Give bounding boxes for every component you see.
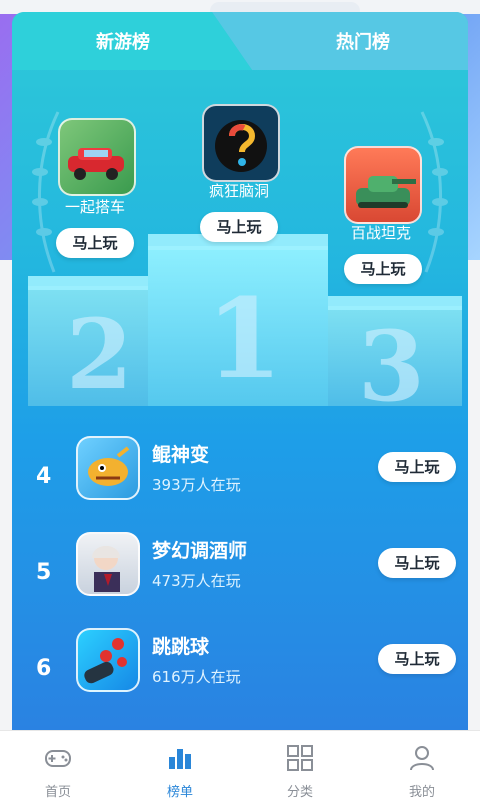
- nav-label-home: 首页: [44, 785, 71, 800]
- tab-hot-label: 热门榜: [336, 32, 390, 53]
- nav-item-home[interactable]: 首页: [10, 737, 106, 800]
- nav-item-category[interactable]: 分类: [252, 737, 348, 800]
- fish-monster-icon[interactable]: [76, 436, 140, 500]
- podium-top-3: [322, 296, 462, 310]
- user-icon: [410, 746, 434, 771]
- player-count: 616万人在玩: [152, 668, 241, 686]
- podium-number-1: 1: [206, 274, 283, 403]
- game-name: 梦幻调酒师: [152, 540, 248, 562]
- play-button-2[interactable]: 马上玩: [56, 228, 134, 258]
- list-item[interactable]: 4 鲲神变 393万人在玩 马上玩: [12, 436, 468, 522]
- bottom-nav: 首页 榜单 分类 我的: [0, 730, 480, 801]
- podium-name-1: 疯狂脑洞: [208, 182, 269, 200]
- nav-label-mine: 我的: [408, 785, 435, 800]
- gamepad-icon: [45, 750, 71, 767]
- list-item[interactable]: 5 梦幻调酒师 473万人在玩 马上玩: [12, 532, 468, 618]
- podium: 2 3 1 一起搭车 马上玩 疯狂脑洞 马上玩 百战坦克 马上玩: [12, 70, 468, 423]
- rank-number: 4: [36, 464, 52, 489]
- play-button-1[interactable]: 马上玩: [200, 212, 278, 242]
- list-item[interactable]: 6 跳跳球 616万人在玩 马上玩: [12, 628, 468, 714]
- player-count: 473万人在玩: [152, 572, 241, 590]
- game-name: 鲲神变: [152, 444, 210, 466]
- play-button[interactable]: 马上玩: [378, 644, 456, 674]
- grid-icon: [287, 745, 313, 771]
- podium-number-3: 3: [358, 310, 425, 423]
- play-button[interactable]: 马上玩: [378, 548, 456, 578]
- nav-label-ranking: 榜单: [166, 785, 193, 800]
- nav-item-mine[interactable]: 我的: [374, 737, 470, 800]
- brain-question-icon[interactable]: [202, 104, 280, 182]
- podium-top-2: [28, 276, 168, 290]
- car-game-icon[interactable]: [58, 118, 136, 196]
- tank-game-icon[interactable]: [344, 146, 422, 224]
- tab-bar: 热门榜 新游榜: [12, 12, 468, 70]
- tab-new-games-label: 新游榜: [96, 32, 150, 53]
- podium-name-2: 一起搭车: [64, 198, 125, 216]
- podium-name-3: 百战坦克: [350, 224, 411, 242]
- podium-number-2: 2: [66, 298, 133, 411]
- tab-new-games[interactable]: 新游榜: [12, 12, 252, 70]
- player-count: 393万人在玩: [152, 476, 241, 494]
- nav-item-ranking[interactable]: 榜单: [132, 737, 228, 800]
- bar-chart-icon: [169, 749, 191, 769]
- ranking-panel: 热门榜 新游榜 2 3 1 一起搭车 马上玩 疯狂脑洞 马上玩 百战坦克 马上玩…: [12, 12, 468, 732]
- rank-number: 5: [36, 560, 52, 585]
- play-button-3[interactable]: 马上玩: [344, 254, 422, 284]
- rank-number: 6: [36, 656, 52, 681]
- play-button[interactable]: 马上玩: [378, 452, 456, 482]
- tab-hot[interactable]: 热门榜: [212, 12, 468, 70]
- nav-label-category: 分类: [286, 785, 313, 800]
- anime-character-icon[interactable]: [76, 532, 140, 596]
- game-name: 跳跳球: [152, 636, 210, 658]
- ball-game-icon[interactable]: [76, 628, 140, 692]
